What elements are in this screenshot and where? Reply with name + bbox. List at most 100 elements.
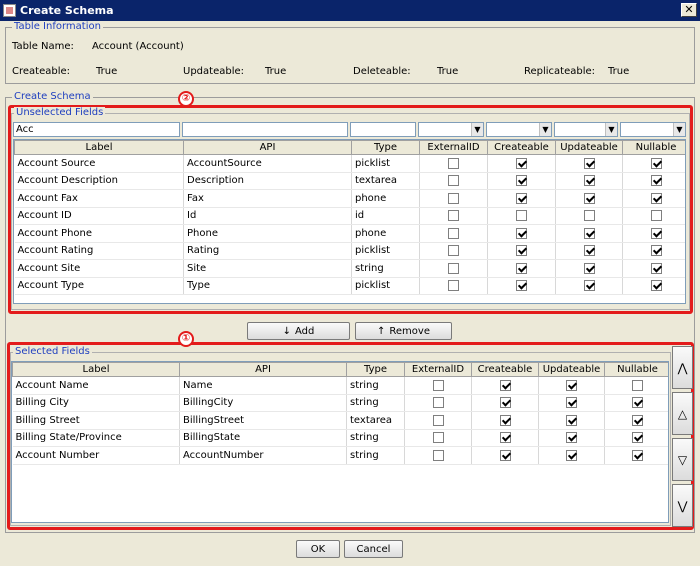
checkbox[interactable] — [516, 227, 527, 239]
checkbox[interactable] — [583, 262, 595, 274]
checkbox[interactable] — [516, 262, 527, 274]
checkbox[interactable] — [566, 449, 577, 461]
cell-cre — [471, 429, 539, 447]
move-top-button[interactable]: ⋀ — [672, 346, 693, 389]
table-row[interactable]: Account ID Id id — [14, 207, 685, 225]
table-row[interactable]: Account Type Type picklist — [14, 277, 685, 295]
checkbox[interactable] — [650, 157, 662, 169]
unselected-column-header[interactable]: Type — [351, 140, 420, 155]
checkbox[interactable] — [566, 432, 577, 443]
table-row[interactable]: Account Description Description textarea — [14, 172, 685, 190]
checkbox[interactable] — [448, 192, 459, 204]
checkbox[interactable] — [499, 379, 511, 391]
checkbox[interactable] — [650, 245, 662, 256]
cell-ext — [404, 394, 472, 412]
checkbox[interactable] — [650, 227, 662, 239]
checkbox[interactable] — [448, 245, 459, 256]
checkbox[interactable] — [432, 432, 444, 443]
nullable-filter-select[interactable]: ▼ — [620, 122, 686, 137]
checkbox[interactable] — [432, 449, 444, 461]
checkbox[interactable] — [516, 175, 527, 186]
checkbox[interactable] — [566, 379, 577, 391]
table-row[interactable]: Account Number AccountNumber string — [12, 446, 668, 465]
checkbox[interactable] — [448, 175, 459, 186]
checkbox[interactable] — [448, 157, 459, 169]
table-row[interactable]: Billing State/Province BillingState string — [12, 429, 668, 447]
checkbox[interactable] — [516, 280, 527, 291]
checkbox[interactable] — [432, 379, 444, 391]
checkbox[interactable] — [583, 210, 595, 221]
table-row[interactable]: Account Site Site string — [14, 259, 685, 278]
checkbox[interactable] — [632, 397, 643, 408]
unselected-column-header[interactable]: Createable — [487, 140, 556, 155]
checkbox[interactable] — [632, 449, 643, 461]
checkbox[interactable] — [650, 280, 662, 291]
table-row[interactable]: Account Source AccountSource picklist — [14, 154, 685, 173]
checkbox[interactable] — [448, 262, 459, 274]
checkbox[interactable] — [583, 280, 595, 291]
checkbox[interactable] — [650, 175, 662, 186]
checkbox[interactable] — [632, 432, 643, 443]
cell-label: Account Rating — [14, 242, 184, 260]
table-row[interactable]: Billing City BillingCity string — [12, 394, 668, 412]
checkbox[interactable] — [499, 432, 511, 443]
table-row[interactable]: Account Name Name string — [12, 376, 668, 395]
checkbox[interactable] — [448, 280, 459, 291]
selected-column-header[interactable]: API — [179, 362, 347, 377]
checkbox[interactable] — [583, 175, 595, 186]
selected-column-header[interactable]: Label — [12, 362, 180, 377]
move-bottom-button[interactable]: ⋁ — [672, 484, 693, 527]
checkbox[interactable] — [516, 192, 527, 204]
selected-column-header[interactable]: Updateable — [538, 362, 605, 377]
cell-label: Account Number — [12, 446, 180, 465]
updateable-filter-select[interactable]: ▼ — [554, 122, 618, 137]
checkbox[interactable] — [583, 157, 595, 169]
checkbox[interactable] — [650, 262, 662, 274]
unselected-column-header[interactable]: API — [183, 140, 352, 155]
table-row[interactable]: Billing Street BillingStreet textarea — [12, 411, 668, 430]
checkbox[interactable] — [432, 397, 444, 408]
add-button[interactable]: ↓ Add — [247, 322, 350, 340]
checkbox[interactable] — [499, 397, 511, 408]
label-filter-input[interactable]: Acc — [13, 122, 180, 137]
checkbox[interactable] — [432, 414, 444, 426]
checkbox[interactable] — [583, 192, 595, 204]
api-filter-input[interactable] — [182, 122, 348, 137]
move-down-button[interactable]: ▽ — [672, 438, 693, 481]
checkbox[interactable] — [516, 245, 527, 256]
checkbox[interactable] — [516, 157, 527, 169]
checkbox[interactable] — [632, 414, 643, 426]
cancel-button[interactable]: Cancel — [344, 540, 403, 558]
checkbox[interactable] — [499, 449, 511, 461]
table-row[interactable]: Account Rating Rating picklist — [14, 242, 685, 260]
checkbox[interactable] — [566, 397, 577, 408]
selected-column-header[interactable]: Type — [346, 362, 405, 377]
unselected-column-header[interactable]: Label — [14, 140, 184, 155]
table-row[interactable]: Account Fax Fax phone — [14, 189, 685, 208]
close-button[interactable]: ✕ — [681, 3, 697, 17]
checkbox[interactable] — [448, 227, 459, 239]
createable-filter-select[interactable]: ▼ — [486, 122, 552, 137]
move-up-button[interactable]: △ — [672, 392, 693, 435]
remove-button[interactable]: ↑ Remove — [355, 322, 452, 340]
unselected-column-header[interactable]: Updateable — [555, 140, 623, 155]
checkbox[interactable] — [516, 210, 527, 221]
selected-column-header[interactable]: ExternalID — [404, 362, 472, 377]
selected-column-header[interactable]: Nullable — [604, 362, 668, 377]
checkbox[interactable] — [583, 245, 595, 256]
checkbox[interactable] — [448, 210, 459, 221]
ok-button[interactable]: OK — [296, 540, 340, 558]
unselected-column-header[interactable]: Nullable — [622, 140, 685, 155]
checkbox[interactable] — [499, 414, 511, 426]
table-row[interactable]: Account Phone Phone phone — [14, 224, 685, 243]
externalid-filter-select[interactable]: ▼ — [418, 122, 484, 137]
checkbox[interactable] — [650, 192, 662, 204]
checkbox[interactable] — [632, 379, 643, 391]
selected-column-header[interactable]: Createable — [471, 362, 539, 377]
unselected-column-header[interactable]: ExternalID — [419, 140, 488, 155]
checkbox[interactable] — [583, 227, 595, 239]
type-filter-input[interactable] — [350, 122, 416, 137]
checkbox[interactable] — [566, 414, 577, 426]
checkbox[interactable] — [650, 210, 662, 221]
cell-api: Type — [183, 277, 352, 295]
